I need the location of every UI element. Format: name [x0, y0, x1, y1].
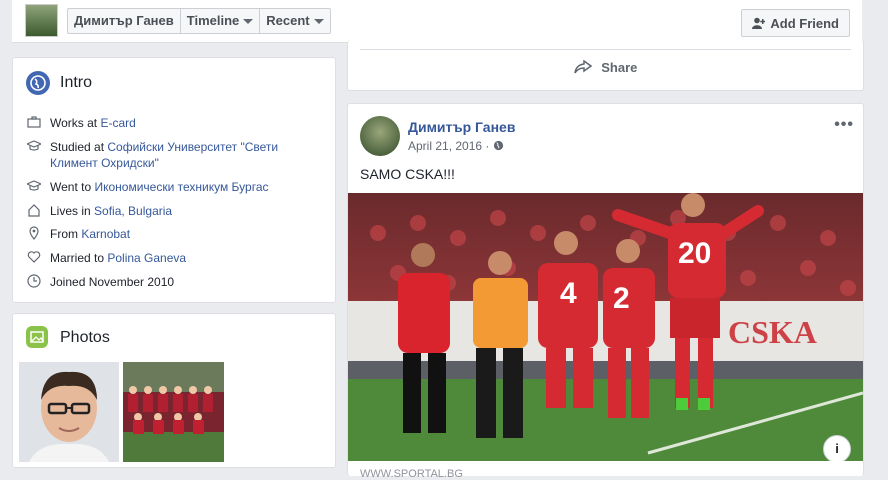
post-card: Димитър Ганев April 21, 2016 · ••• SAMO … [347, 103, 864, 480]
photos-icon [26, 326, 48, 348]
profile-thumbnail[interactable] [25, 4, 58, 37]
intro-link-school[interactable]: Икономически техникум Бургас [94, 180, 268, 194]
jersey-number-right: 20 [678, 237, 711, 270]
intro-title: Intro [60, 74, 93, 91]
avatar[interactable] [360, 116, 400, 156]
jersey-number-left: 4 [560, 277, 577, 310]
divider [360, 49, 851, 50]
link-source-caption: WWW.SPORTAL.BG [360, 468, 463, 480]
share-button[interactable]: Share [348, 59, 863, 75]
photos-card: Photos [12, 313, 336, 468]
photos-title: Photos [60, 329, 110, 346]
profile-top-bar: Димитър Ганев Timeline Recent Add Friend [12, 0, 862, 43]
post-text: SAMO CSKA!!! [360, 166, 455, 182]
intro-item-from: From Karnobat [26, 226, 316, 242]
jersey-number-middle: 2 [613, 282, 630, 315]
intro-item-lives-in: Lives in Sofia, Bulgaria [26, 203, 316, 219]
intro-link-spouse[interactable]: Polina Ganeva [107, 251, 186, 265]
intro-item-married: Married to Polina Ganeva [26, 250, 316, 266]
intro-item-work: Works at E-card [26, 115, 316, 131]
intro-card: Intro Works at E-card Studied at Софийск… [12, 57, 336, 303]
chevron-down-icon [313, 18, 324, 24]
location-pin-icon [26, 226, 42, 242]
add-friend-icon [752, 17, 766, 29]
stadium-banner-text: CSKA [728, 314, 817, 350]
post-timestamp[interactable]: April 21, 2016 · [408, 139, 504, 153]
clock-icon [26, 274, 42, 290]
intro-link-hometown[interactable]: Karnobat [81, 227, 130, 241]
profile-name-button[interactable]: Димитър Ганев [68, 9, 181, 33]
home-icon [26, 203, 42, 219]
briefcase-icon [26, 115, 42, 131]
globe-icon [493, 140, 503, 151]
graduation-cap-icon [25, 179, 43, 195]
info-icon[interactable]: i [823, 435, 851, 461]
heart-icon [26, 250, 42, 266]
intro-link-city[interactable]: Sofia, Bulgaria [94, 204, 172, 218]
share-icon [573, 59, 592, 74]
post-author-link[interactable]: Димитър Ганев [408, 119, 515, 135]
timeline-button[interactable]: Timeline [181, 9, 261, 33]
add-friend-button[interactable]: Add Friend [741, 9, 850, 37]
intro-link-work[interactable]: E-card [100, 116, 135, 130]
recent-button[interactable]: Recent [260, 9, 329, 33]
previous-post-actions: Share [347, 40, 864, 91]
intro-item-joined: Joined November 2010 [26, 274, 316, 290]
chevron-down-icon [243, 18, 254, 24]
graduation-cap-icon [25, 139, 43, 155]
globe-icon [26, 71, 50, 95]
intro-item-went-to: Went to Икономически техникум Бургас [25, 179, 316, 195]
post-image[interactable]: CSKA 4 2 20 i [348, 193, 863, 461]
photo-thumbnail-portrait[interactable] [19, 362, 119, 462]
post-options-icon[interactable]: ••• [834, 116, 854, 134]
photo-thumbnail-team[interactable] [123, 362, 224, 462]
profile-nav-buttons: Димитър Ганев Timeline Recent [67, 8, 331, 34]
intro-item-studied: Studied at Софийски Университет "Свети К… [25, 139, 316, 171]
